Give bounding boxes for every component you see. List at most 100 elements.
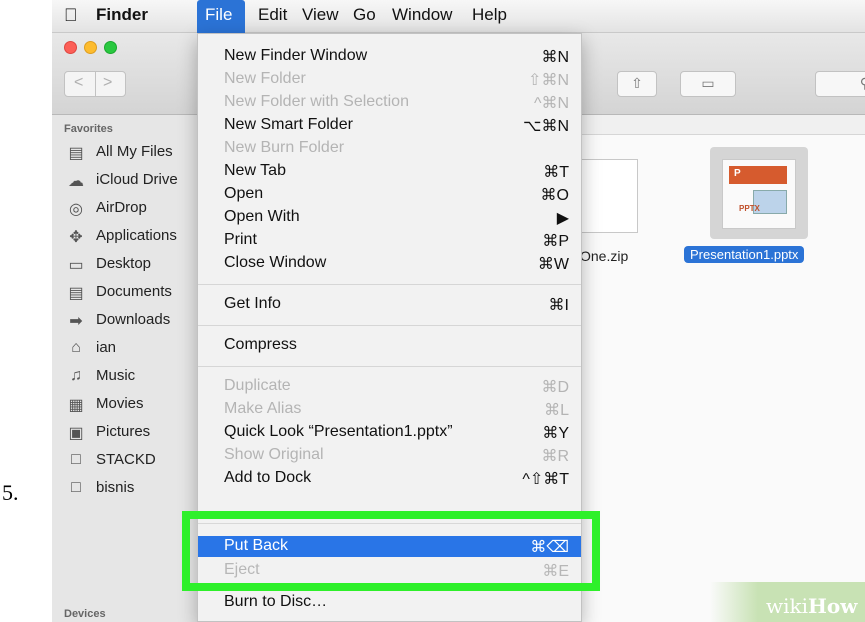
sidebar-heading-devices: Devices	[64, 608, 106, 620]
apple-logo-icon[interactable]: 	[64, 5, 78, 26]
menu-item-open-with[interactable]: Open With ▶	[198, 207, 581, 228]
menu-item-make-alias[interactable]: Make Alias ⌘L	[198, 399, 581, 420]
back-button[interactable]: <	[74, 74, 83, 92]
zip-file-icon[interactable]	[580, 159, 638, 233]
sidebar-item-applications[interactable]: ✥ Applications	[66, 224, 216, 252]
pptx-file-label[interactable]: Presentation1.pptx	[684, 246, 805, 263]
share-icon: ⇧	[631, 75, 643, 91]
menu-item-duplicate[interactable]: Duplicate ⌘D	[198, 376, 581, 397]
menu-item-get-info[interactable]: Get Info ⌘I	[198, 294, 581, 315]
menu-separator	[198, 366, 581, 367]
menu-item-shortcut: ⌘D	[541, 379, 569, 396]
watermark-text-how: How	[808, 594, 858, 618]
sidebar-heading-favorites: Favorites	[64, 123, 113, 135]
sidebar-item-airdrop[interactable]: ◎ AirDrop	[66, 196, 216, 224]
menu-item-label: Close Window	[224, 254, 327, 271]
menu-item-burn-to-disc[interactable]: Burn to Disc…	[198, 592, 581, 613]
menu-item-shortcut: ⌘L	[544, 402, 569, 419]
sidebar-item-label: Pictures	[96, 423, 151, 440]
menu-item-shortcut: ⌘O	[540, 187, 569, 204]
cloud-icon: ☁	[68, 173, 84, 190]
menu-finder[interactable]: Finder	[96, 5, 148, 25]
menu-view[interactable]: View	[302, 5, 339, 25]
sidebar-item-stackd[interactable]: □ STACKD	[66, 448, 216, 476]
minimize-window-button[interactable]	[84, 41, 97, 54]
search-field[interactable]: ⚲	[815, 71, 865, 97]
sidebar-item-documents[interactable]: ▤ Documents	[66, 280, 216, 308]
menu-item-new-finder-window[interactable]: New Finder Window ⌘N	[198, 46, 581, 67]
menu-go[interactable]: Go	[353, 5, 376, 25]
menu-item-show-original[interactable]: Show Original ⌘R	[198, 445, 581, 466]
sidebar-item-label: Desktop	[96, 255, 152, 272]
sidebar-item-label: Documents	[96, 283, 172, 300]
menu-item-label: New Burn Folder	[224, 139, 345, 156]
menu-edit[interactable]: Edit	[258, 5, 287, 25]
menu-item-new-tab[interactable]: New Tab ⌘T	[198, 161, 581, 182]
menu-file-label: File	[205, 5, 233, 24]
zip-file-label[interactable]: One.zip	[580, 248, 628, 264]
menu-item-label: Show Original	[224, 446, 324, 463]
menu-item-shortcut: ⌘R	[541, 448, 569, 465]
pptx-file-icon[interactable]: P PPTX	[722, 159, 796, 229]
zoom-window-button[interactable]	[104, 41, 117, 54]
folder-icon: □	[71, 479, 81, 496]
menu-item-compress[interactable]: Compress	[198, 335, 581, 356]
close-window-button[interactable]	[64, 41, 77, 54]
sidebar-item-pictures[interactable]: ▣ Pictures	[66, 420, 216, 448]
watermark-text: wikiHow	[766, 594, 857, 618]
menu-window[interactable]: Window	[392, 5, 452, 25]
home-icon: ⌂	[71, 339, 81, 356]
sidebar-item-movies[interactable]: ▦ Movies	[66, 392, 216, 420]
pptx-badge-letter: P	[734, 168, 741, 179]
pictures-icon: ▣	[68, 425, 84, 442]
downloads-icon: ➡	[69, 313, 83, 330]
share-button[interactable]: ⇧	[617, 71, 657, 97]
sidebar-item-label: Movies	[96, 395, 144, 412]
tag-button[interactable]: ▭	[680, 71, 736, 97]
menu-help[interactable]: Help	[472, 5, 507, 25]
menu-item-label: New Smart Folder	[224, 116, 353, 133]
sidebar-item-label: STACKD	[96, 451, 156, 468]
finder-screenshot:  Finder File Edit View Go Window Help <…	[52, 0, 865, 622]
sidebar-item-label: bisnis	[96, 479, 135, 496]
sidebar-item-label: iCloud Drive	[96, 171, 178, 188]
menu-item-print[interactable]: Print ⌘P	[198, 230, 581, 251]
sidebar-item-ian[interactable]: ⌂ ian	[66, 336, 216, 364]
music-icon: ♫	[70, 367, 82, 384]
menu-item-new-folder[interactable]: New Folder ⇧⌘N	[198, 69, 581, 90]
sidebar-item-bisnis[interactable]: □ bisnis	[66, 476, 216, 504]
sidebar-item-label: Music	[96, 367, 136, 384]
menu-item-label: New Finder Window	[224, 47, 368, 64]
menu-item-quick-look[interactable]: Quick Look “Presentation1.pptx” ⌘Y	[198, 422, 581, 443]
menu-item-label: Open With	[224, 208, 300, 225]
menu-item-shortcut: ⌘Y	[542, 425, 569, 442]
menu-bar:  Finder File Edit View Go Window Help	[52, 0, 865, 33]
menu-item-label: Compress	[224, 336, 297, 353]
wikihow-watermark: wikiHow	[710, 582, 865, 622]
menu-item-close-window[interactable]: Close Window ⌘W	[198, 253, 581, 274]
menu-item-label: New Folder	[224, 70, 306, 87]
menu-item-shortcut: ⌥⌘N	[523, 118, 569, 135]
menu-item-add-to-dock[interactable]: Add to Dock ^⇧⌘T	[198, 468, 581, 489]
menu-item-open[interactable]: Open ⌘O	[198, 184, 581, 205]
menu-separator	[198, 284, 581, 285]
sidebar-item-downloads[interactable]: ➡ Downloads	[66, 308, 216, 336]
sidebar-item-all-my-files[interactable]: ▤ All My Files	[66, 140, 216, 168]
forward-button[interactable]: >	[103, 74, 112, 92]
menu-item-new-folder-with-selection[interactable]: New Folder with Selection ^⌘N	[198, 92, 581, 113]
menu-item-shortcut: ⌘P	[542, 233, 569, 250]
menu-item-new-burn-folder[interactable]: New Burn Folder	[198, 138, 581, 159]
sidebar-item-desktop[interactable]: ▭ Desktop	[66, 252, 216, 280]
sidebar-item-icloud-drive[interactable]: ☁ iCloud Drive	[66, 168, 216, 196]
menu-item-new-smart-folder[interactable]: New Smart Folder ⌥⌘N	[198, 115, 581, 136]
menu-item-label: New Tab	[224, 162, 286, 179]
menu-item-shortcut: ⌘W	[537, 256, 569, 273]
all-files-icon: ▤	[68, 145, 84, 162]
submenu-arrow-icon: ▶	[556, 210, 569, 227]
menu-item-label: Quick Look “Presentation1.pptx”	[224, 423, 453, 440]
sidebar-item-music[interactable]: ♫ Music	[66, 364, 216, 392]
sidebar-item-label: AirDrop	[96, 199, 147, 216]
menu-item-label: Open	[224, 185, 264, 202]
menu-item-shortcut: ^⌘N	[533, 95, 569, 112]
menu-file[interactable]: File	[197, 0, 245, 33]
